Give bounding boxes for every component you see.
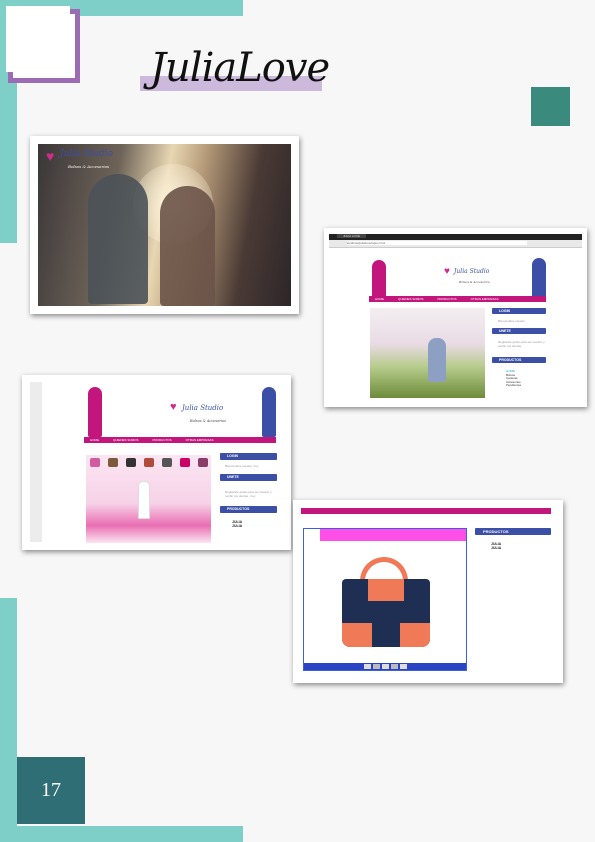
thumbnail[interactable] (363, 664, 371, 669)
bag-panel-left (342, 623, 372, 647)
figure-left-icon (88, 387, 102, 437)
bag-row (90, 458, 208, 468)
unete-header: UNETE (492, 328, 546, 334)
product-link[interactable]: JULIA (491, 546, 501, 550)
thumbnail[interactable] (372, 664, 380, 669)
nav-item-otras[interactable]: OTRAS EMPRESAS (471, 297, 499, 301)
bag-icon (180, 458, 190, 467)
bag-panel-right (400, 623, 430, 647)
thumbnail-strip (304, 663, 466, 670)
page-title: JuliaLove (150, 45, 330, 91)
screenshot-couple: ♥ Julia Studio Bolsos & Accesorios (30, 136, 299, 314)
bag-icon (126, 458, 136, 467)
site-logo: Julia Studio (60, 149, 114, 159)
bag-icon (198, 458, 208, 467)
product-links: JULIA JULIA (232, 520, 242, 528)
screenshot-browser-home: JULIA LOVE localhost/julialove/index.htm… (324, 228, 587, 407)
site-logo-sub: Bolsos & Accesorios (68, 164, 110, 169)
logo-heart-icon: ♥ (46, 148, 55, 164)
thumbnail[interactable] (390, 664, 398, 669)
figure-left-icon (372, 260, 386, 300)
browser-tab[interactable]: JULIA LOVE (337, 234, 366, 238)
screenshot-product-detail: PRODUCTOS JULIA JULIA (293, 500, 563, 683)
site-logo-sub: Bolsos & Accesorios (190, 419, 226, 423)
hero-photo (370, 308, 485, 398)
productos-header: PRODUCTOS (220, 506, 277, 513)
browser-addressbar: localhost/julialove/index.html (329, 240, 582, 248)
green-square (531, 87, 570, 126)
man-silhouette (88, 174, 148, 304)
login-header: LOGIN (220, 453, 277, 460)
login-text: Bienvenidos usuario (498, 319, 526, 323)
nav-item-productos[interactable]: PRODUCTOS (153, 438, 172, 442)
teal-left-bottom-bar (0, 598, 17, 842)
address-input[interactable]: localhost/julialove/index.html (347, 241, 527, 245)
nav-item-productos[interactable]: PRODUCTOS (438, 297, 457, 301)
couple-photo: ♥ Julia Studio Bolsos & Accesorios (38, 144, 291, 306)
nav-item-home[interactable]: HOME (375, 297, 384, 301)
woman-silhouette (160, 186, 215, 306)
logo-heart-icon: ♥ (170, 401, 177, 413)
teal-bottom-bar (0, 826, 243, 842)
unete-text: Registrate gratis para ser usuario y rec… (225, 490, 272, 498)
login-header: LOGIN (492, 308, 546, 314)
nav-item-home[interactable]: HOME (90, 438, 99, 442)
nav-item-quienes[interactable]: QUIENES SOMOS (113, 438, 139, 442)
figure-right-icon (532, 258, 546, 300)
left-gray-panel (30, 382, 42, 542)
productos-header: PRODUCTOS (492, 357, 546, 363)
handbag-image (342, 557, 430, 647)
site-logo: Julia Studio (454, 268, 490, 275)
product-link[interactable]: JULIA (232, 524, 242, 528)
nav-item-otras[interactable]: OTRAS EMPRESAS (186, 438, 214, 442)
figure-right-icon (262, 387, 276, 437)
top-nav (301, 508, 551, 514)
product-link[interactable]: Pendientes (506, 383, 521, 388)
site-logo: Julia Studio (182, 404, 224, 412)
bag-icon (162, 458, 172, 467)
main-nav: HOME QUIENES SOMOS PRODUCTOS OTRAS EMPRE… (84, 437, 276, 443)
thumbnail[interactable] (381, 664, 389, 669)
product-links: HOME Bolsos Carteras Accesorios Pendient… (506, 369, 521, 388)
login-text: Bienvenidos usuario, hoy (225, 464, 259, 468)
bag-icon (108, 458, 118, 467)
nav-item-quienes[interactable]: QUIENES SOMOS (398, 297, 424, 301)
bag-icon (90, 458, 100, 467)
viewer-header (320, 529, 466, 541)
logo-heart-icon: ♥ (444, 266, 450, 277)
productos-header: PRODUCTOS (475, 528, 551, 535)
bag-icon (144, 458, 154, 467)
bag-body (342, 579, 430, 647)
main-nav: HOME QUIENES SOMOS PRODUCTOS OTRAS EMPRE… (369, 296, 546, 302)
product-viewer (303, 528, 467, 671)
product-links: JULIA JULIA (491, 542, 501, 550)
site-logo-sub: Bolsos & Accesorios (459, 280, 490, 284)
couple-figure (428, 338, 446, 382)
bags-banner (86, 455, 211, 543)
white-square (6, 6, 70, 72)
page-number: 17 (17, 757, 85, 824)
unete-text: Registrate gratis para ser usuario y rec… (498, 340, 545, 348)
unete-header: UNETE (220, 474, 277, 481)
bag-panel-top (368, 579, 404, 601)
thumbnail[interactable] (399, 664, 407, 669)
screenshot-bags-home: ♥ Julia Studio Bolsos & Accesorios HOME … (22, 375, 291, 550)
model-figure (138, 481, 150, 519)
